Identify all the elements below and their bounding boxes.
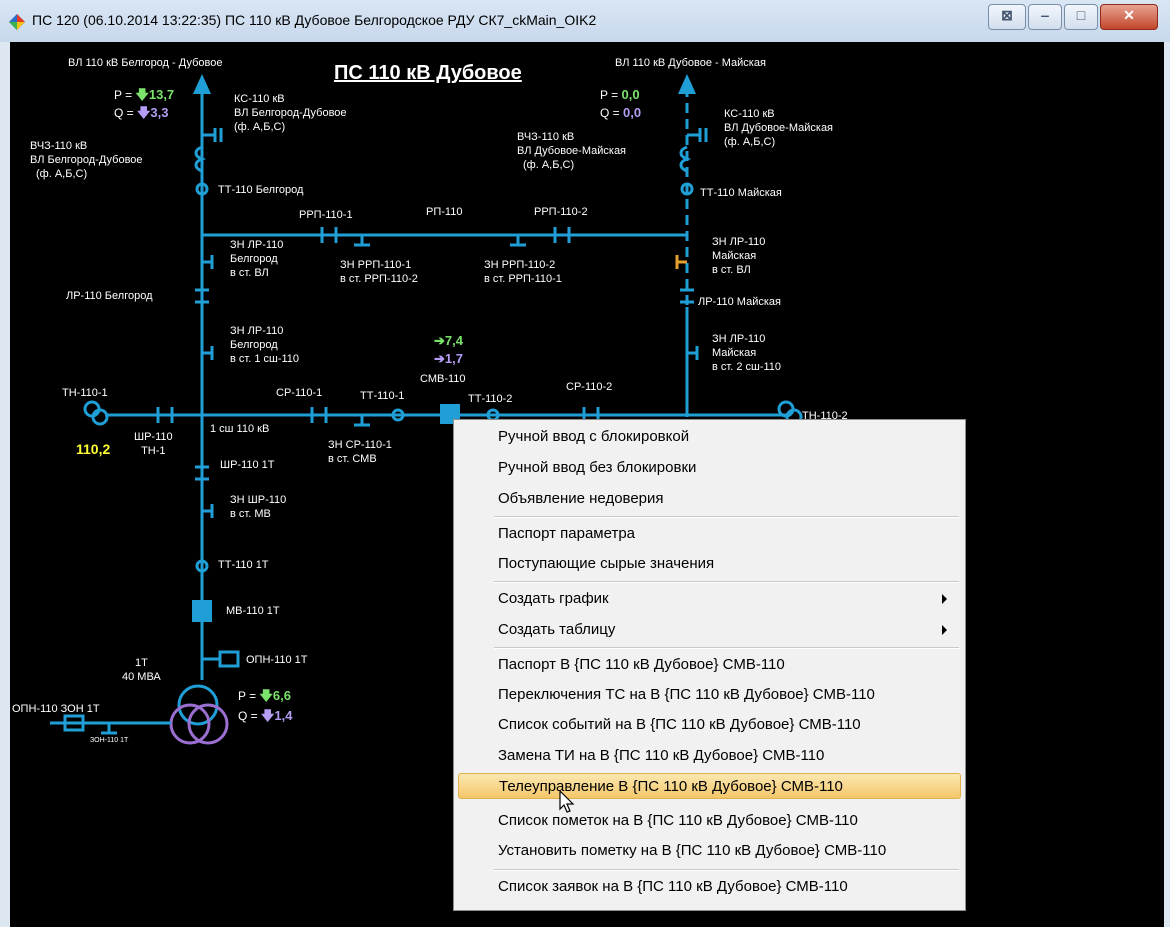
- rrp2-label: РРП-110-2: [534, 206, 588, 218]
- menu-item-create-chart[interactable]: Создать график: [498, 586, 959, 612]
- ks-right-label: КС-110 кВ ВЛ Дубовое-Майская (ф. А,Б,С): [724, 108, 834, 148]
- tr-p-measure[interactable]: P = 🡇6,6: [238, 689, 291, 704]
- vt-1-icon: [83, 400, 101, 418]
- menu-item-raw-values[interactable]: Поступающие сырые значения: [498, 551, 959, 577]
- vchz-left-label: ВЧЗ-110 кВ ВЛ Белгород-Дубовое (ф. А,Б,С): [30, 140, 143, 180]
- submenu-arrow-icon: [942, 594, 947, 604]
- menu-separator: [494, 869, 959, 871]
- vchz-right-label: ВЧЗ-110 кВ ВЛ Дубовое-Майская (ф. А,Б,С): [517, 131, 627, 171]
- menu-item-breaker-passport[interactable]: Паспорт В {ПС 110 кВ Дубовое} СМВ-110: [498, 652, 959, 678]
- sr2-label: СР-110-2: [566, 381, 613, 393]
- menu-item-event-list[interactable]: Список событий на В {ПС 110 кВ Дубовое} …: [498, 712, 959, 738]
- rrp1-label: РРП-110-1: [299, 209, 353, 221]
- close-button[interactable]: ✕: [1100, 4, 1158, 30]
- minimize-button[interactable]: ‒: [1028, 4, 1062, 30]
- zn-shr-label: ЗН ШР-110 в ст. МВ: [230, 494, 287, 520]
- lr-right-label: ЛР-110 Майская: [698, 296, 781, 308]
- context-menu: Ручной ввод с блокировкой Ручной ввод бе…: [453, 419, 966, 911]
- app-icon: [9, 14, 25, 30]
- window-title: ПС 120 (06.10.2014 13:22:35) ПС 110 кВ Д…: [32, 12, 597, 28]
- tr-q-measure[interactable]: Q = 🡇1,4: [238, 709, 292, 724]
- close-icon: ✕: [1123, 7, 1135, 23]
- menu-item-requests-list[interactable]: Список заявок на В {ПС 110 кВ Дубовое} С…: [498, 874, 959, 900]
- maximize-icon: □: [1076, 7, 1086, 23]
- submenu-arrow-icon: [942, 625, 947, 635]
- bus1-label: 1 сш 110 кВ: [210, 423, 270, 435]
- menu-item-param-passport[interactable]: Паспорт параметра: [498, 521, 959, 547]
- zn-lr-left-label: ЗН ЛР-110 Белгород в ст. ВЛ: [230, 239, 284, 279]
- shr-1t-label: ШР-110 1Т: [220, 459, 275, 471]
- transformer-label: 1Т 40 МВА: [122, 657, 161, 683]
- mouse-cursor-icon: [559, 790, 575, 813]
- mv-1t-breaker-icon: [192, 600, 212, 622]
- substation-title: ПС 110 кВ Дубовое: [334, 62, 522, 84]
- tt-left-label: ТТ-110 Белгород: [218, 184, 304, 196]
- zn-rrp2-label: ЗН РРП-110-2 в ст. РРП-110-1: [484, 259, 562, 285]
- smv-label: СМВ-110: [420, 373, 466, 385]
- left-p-measure[interactable]: P = 🡇13,7: [114, 88, 174, 103]
- mv-1t-label: МВ-110 1Т: [226, 605, 280, 617]
- zn-rrp1-label: ЗН РРП-110-1 в ст. РРП-110-2: [340, 259, 418, 285]
- left-line-arrow-icon: [193, 74, 211, 94]
- right-p-measure[interactable]: P = 0,0: [600, 88, 640, 103]
- menu-item-manual-no-lock[interactable]: Ручной ввод без блокировки: [498, 455, 959, 481]
- menu-item-telecontrol[interactable]: Телеуправление В {ПС 110 кВ Дубовое} СМВ…: [458, 773, 961, 799]
- zon-label: ЗОН-110 1Т: [90, 737, 129, 744]
- zn-lr-right-bus-label: ЗН ЛР-110 Майская в ст. 2 сш-110: [712, 333, 782, 373]
- zn-lr-right-label: ЗН ЛР-110 Майская в ст. ВЛ: [712, 236, 766, 276]
- restore-icon: ⊠: [1001, 7, 1013, 23]
- tt1-label: ТТ-110-1: [360, 390, 405, 402]
- tt2-label: ТТ-110-2: [468, 393, 513, 405]
- tn1-label: ТН-110-1: [62, 387, 108, 399]
- right-q-measure[interactable]: Q = 0,0: [600, 106, 641, 121]
- window-titlebar: ПС 120 (06.10.2014 13:22:35) ПС 110 кВ Д…: [0, 0, 1170, 42]
- right-line-arrow-icon: [678, 74, 696, 94]
- tt-1t-label: ТТ-110 1Т: [218, 559, 269, 571]
- menu-separator: [494, 581, 959, 583]
- menu-item-distrust[interactable]: Объявление недоверия: [498, 486, 959, 512]
- smv-p-measure[interactable]: ➔7,4: [434, 334, 463, 348]
- shr-tn-label: ШР-110 ТН-1: [134, 431, 173, 457]
- zn-sr1-label: ЗН СР-110-1 в ст. СМВ: [328, 439, 392, 465]
- line-left-label: ВЛ 110 кВ Белгород - Дубовое: [68, 57, 223, 69]
- menu-separator: [494, 516, 959, 518]
- restore-button[interactable]: ⊠: [988, 4, 1026, 30]
- sr1-label: СР-110-1: [276, 387, 323, 399]
- smv-q-measure[interactable]: ➔1,7: [434, 352, 463, 366]
- menu-item-set-mark[interactable]: Установить пометку на В {ПС 110 кВ Дубов…: [498, 838, 959, 864]
- line-right-label: ВЛ 110 кВ Дубовое - Майская: [615, 57, 766, 69]
- lr-left-label: ЛР-110 Белгород: [66, 290, 153, 302]
- left-q-measure[interactable]: Q = 🡇3,3: [114, 106, 168, 121]
- zn-lr-left-bus-label: ЗН ЛР-110 Белгород в ст. 1 сш-110: [230, 325, 300, 365]
- menu-item-ts-switching[interactable]: Переключения ТС на В {ПС 110 кВ Дубовое}…: [498, 682, 959, 708]
- maximize-button[interactable]: □: [1064, 4, 1098, 30]
- minimize-icon: ‒: [1041, 7, 1049, 23]
- tt-right-label: ТТ-110 Майская: [700, 187, 782, 199]
- menu-item-create-table[interactable]: Создать таблицу: [498, 617, 959, 643]
- rp-label: РП-110: [426, 206, 463, 218]
- menu-item-ti-replace[interactable]: Замена ТИ на В {ПС 110 кВ Дубовое} СМВ-1…: [498, 743, 959, 769]
- ks-left-label: КС-110 кВ ВЛ Белгород-Дубовое (ф. А,Б,С): [234, 93, 347, 133]
- surge-arrester-icon: [218, 650, 240, 668]
- menu-item-manual-lock[interactable]: Ручной ввод с блокировкой: [498, 424, 959, 450]
- bus-voltage-value[interactable]: 110,2: [76, 442, 110, 456]
- opn-1t-label: ОПН-110 1Т: [246, 654, 308, 666]
- opn-zon-label: ОПН-110 ЗОН 1Т: [12, 703, 100, 715]
- menu-separator: [494, 647, 959, 649]
